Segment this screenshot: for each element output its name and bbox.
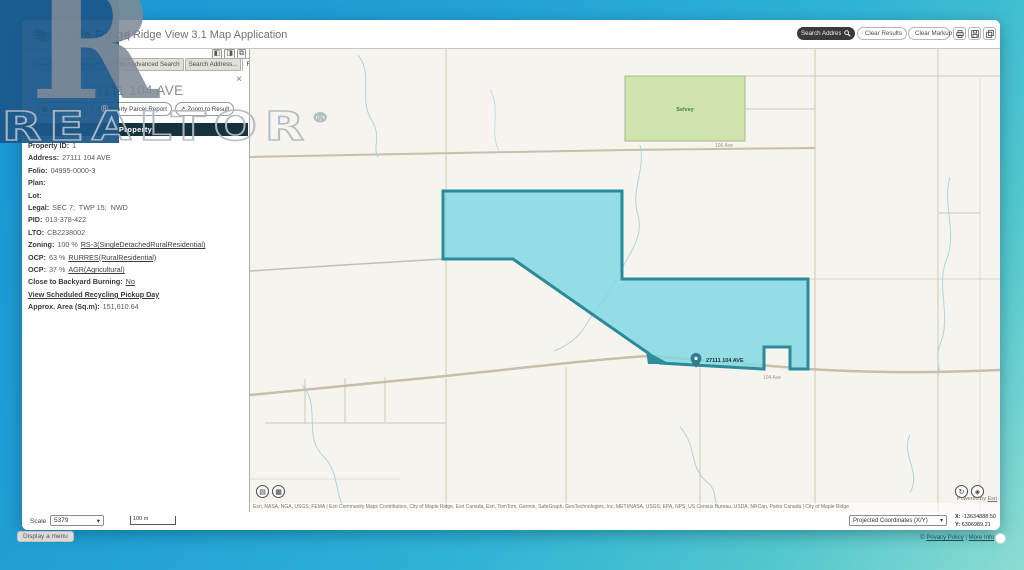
export-layout-button[interactable] <box>983 27 996 40</box>
save-icon <box>971 30 979 38</box>
property-panel-header: Property <box>23 123 248 136</box>
y-label: Y: <box>955 522 960 528</box>
link-separator: | <box>965 535 967 541</box>
book-icon: ▤ <box>259 488 266 496</box>
result-title: 27111 104 AVE <box>22 83 249 98</box>
field-pid: PID:013-378-422 <box>28 214 247 226</box>
clear-results-button[interactable]: Clear Results <box>857 27 907 40</box>
map-footer-bar: Scale 5379 ▾ 100 m Projected Coordinates… <box>22 512 1000 530</box>
field-recycling-pickup: View Scheduled Recycling Pickup Day <box>28 289 247 301</box>
chevron-down-icon: ▾ <box>97 517 100 525</box>
overview-map-button[interactable]: ▤ <box>256 485 269 498</box>
sidebar-tab-bar: ‹ Select Data... Legend Tools / Advanced… <box>24 58 271 71</box>
property-parcel-report-label: Property Parcel Report <box>104 106 167 113</box>
basemap-button[interactable]: ▦ <box>272 485 285 498</box>
chevron-down-icon: ▾ <box>940 517 943 524</box>
field-property-id: Property ID:1 <box>28 140 247 152</box>
y-value: 6306989.21 <box>962 522 991 528</box>
reset-compass-icon: ↻ <box>959 488 965 496</box>
map-svg: Selvey 27111 104 AVE 106 Ave 104 Ave <box>250 49 1000 513</box>
x-label: X: <box>955 514 961 520</box>
field-zoning: Zoning:100 %RS-3(SingleDetachedRuralResi… <box>28 239 247 251</box>
field-approx-area: Approx. Area (Sq.m):151,610.64 <box>28 301 247 313</box>
desktop-background: Maple Ridge | Ridge View 3.1 Map Applica… <box>0 0 1024 570</box>
copyright-icon: © <box>920 535 924 541</box>
scale-value: 5379 <box>54 517 68 524</box>
cursor-coordinates: X: -13634888.50 Y: 6306989.21 <box>955 513 996 529</box>
tabs-back-icon[interactable]: ‹ <box>24 60 31 71</box>
tab-legend[interactable]: Legend <box>78 58 107 71</box>
export-layout-icon <box>986 30 994 38</box>
zoning-link[interactable]: RS-3(SingleDetachedRuralResidential) <box>81 239 206 251</box>
search-address-placeholder: Search Address... <box>801 30 841 37</box>
app-header: Maple Ridge | Ridge View 3.1 Map Applica… <box>22 20 1000 48</box>
map-attribution: Esri, NASA, NGA, USGS, FEMA | Esri Commu… <box>250 503 1000 512</box>
print-button[interactable] <box>953 27 966 40</box>
results-sidebar: ◧ ◨ ⧉ ‹ Select Data... Legend Tools / Ad… <box>22 49 249 512</box>
coordinate-system-select[interactable]: Projected Coordinates (X/Y) ▾ <box>849 515 947 526</box>
field-folio: Folio:04995-0000-3 <box>28 165 247 177</box>
clear-results-label: Clear Results <box>865 30 902 37</box>
street-label-104-ave: 104 Ave <box>763 375 781 381</box>
save-button[interactable] <box>968 27 981 40</box>
recycling-pickup-link[interactable]: View Scheduled Recycling Pickup Day <box>28 289 159 301</box>
basemap-icon: ▦ <box>275 488 282 496</box>
clear-markup-label: Clear Markup <box>915 30 952 37</box>
maple-ridge-logo-icon <box>28 25 52 43</box>
zoom-to-result-button[interactable]: ↗ Zoom to Result <box>175 102 234 116</box>
tab-tools-advanced-search[interactable]: Tools / Advanced Search <box>107 58 183 71</box>
tab-search-address[interactable]: Search Address... <box>185 58 242 71</box>
powered-by-esri: Powered by Esri <box>957 496 997 502</box>
street-label-106-ave: 106 Ave <box>715 143 733 149</box>
map-application-window: Maple Ridge | Ridge View 3.1 Map Applica… <box>22 20 1000 530</box>
parcel-address-label: 27111 104 AVE <box>706 358 744 364</box>
result-actions: ▦ Mark Parcel ▤ Property Parcel Report ↗… <box>22 102 249 116</box>
property-fields: Property ID:1 Address:27111 104 AVE Foli… <box>28 140 247 314</box>
field-ocp-1: OCP:63 %RURRES(RuralResidential) <box>28 252 247 264</box>
tab-select-data[interactable]: Select Data... <box>32 58 77 71</box>
scale-label: Scale <box>30 518 46 525</box>
field-plan: Plan: <box>28 177 247 189</box>
mark-parcel-icon: ▦ <box>42 105 48 113</box>
mark-parcel-button[interactable]: ▦ Mark Parcel <box>37 102 88 116</box>
help-bubble-icon[interactable] <box>995 533 1006 544</box>
map-canvas[interactable]: Selvey 27111 104 AVE 106 Ave 104 Ave ▤ ▦… <box>249 49 1000 512</box>
locate-icon: ◈ <box>975 488 980 496</box>
field-ocp-2: OCP:37 %AGR(Agricultural) <box>28 264 247 276</box>
app-title: | Ridge View 3.1 Map Application <box>127 29 287 41</box>
esri-link[interactable]: Esri <box>988 496 997 502</box>
field-lto: LTO:CB2238002 <box>28 227 247 239</box>
more-info-link[interactable]: More Info <box>969 535 994 541</box>
x-value: -13634888.50 <box>962 514 996 520</box>
parcel-label-selvey: Selvey <box>676 107 694 113</box>
status-tooltip: Display a menu <box>17 531 74 542</box>
report-icon: ▤ <box>96 105 102 113</box>
location-pin-dot <box>694 357 697 360</box>
coordinate-system-value: Projected Coordinates (X/Y) <box>853 518 928 524</box>
scale-bar: 100 m <box>130 516 176 525</box>
search-locate-icon <box>844 30 851 37</box>
scale-select[interactable]: 5379 ▾ <box>50 515 104 526</box>
mark-parcel-label: Mark Parcel <box>50 106 83 113</box>
zoom-to-result-label: Zoom to Result <box>187 106 229 113</box>
footer-links: © Privacy Policy | More Info <box>920 535 994 541</box>
ocp-link-1[interactable]: RURRES(RuralResidential) <box>68 252 156 264</box>
field-lot: Lot: <box>28 190 247 202</box>
clear-markup-button[interactable]: Clear Markup <box>908 27 950 40</box>
print-icon <box>956 30 964 38</box>
field-legal: Legal:SEC 7; TWP 15; NWD <box>28 202 247 214</box>
zoom-to-result-icon: ↗ <box>180 105 185 113</box>
field-backyard-burning: Close to Backyard Burning:No <box>28 276 247 288</box>
content-area: ◧ ◨ ⧉ ‹ Select Data... Legend Tools / Ad… <box>22 48 1000 512</box>
property-parcel-report-button[interactable]: ▤ Property Parcel Report <box>91 102 172 116</box>
privacy-policy-link[interactable]: Privacy Policy <box>926 535 963 541</box>
powered-by-text: Powered by <box>957 496 986 502</box>
backyard-burning-link[interactable]: No <box>126 276 135 288</box>
field-address: Address:27111 104 AVE <box>28 152 247 164</box>
search-address-input[interactable]: Search Address... <box>797 27 855 40</box>
clear-results-icon <box>862 30 863 37</box>
logo-wordmark: Maple Ridge <box>55 28 131 42</box>
ocp-link-2[interactable]: AGR(Agricultural) <box>68 264 124 276</box>
